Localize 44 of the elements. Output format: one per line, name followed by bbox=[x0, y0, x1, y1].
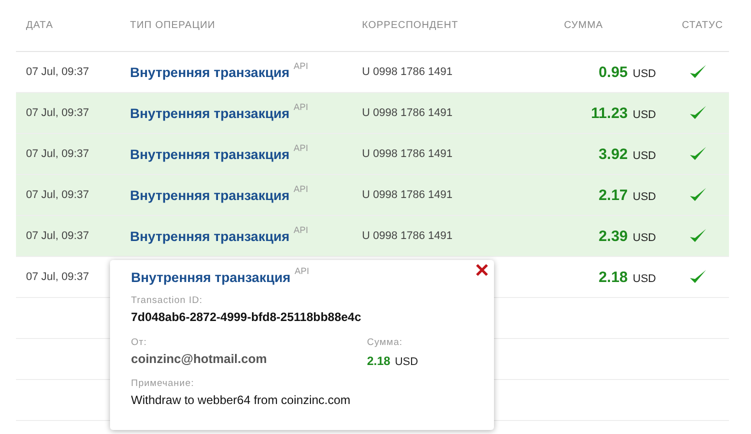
api-tag: API bbox=[294, 266, 310, 276]
amount-text: 2.18 bbox=[367, 354, 390, 368]
api-tag: API bbox=[294, 184, 308, 194]
amount-text: 0.95 bbox=[598, 64, 628, 80]
column-header: ДАТА bbox=[25, 20, 54, 31]
date-text: 07 Jul, 09:37 bbox=[25, 189, 89, 201]
api-tag: API bbox=[294, 102, 308, 112]
api-tag: API bbox=[294, 224, 308, 234]
field-label: Примечание: bbox=[131, 378, 196, 389]
field-label: От: bbox=[131, 337, 148, 348]
currency-text: USD bbox=[632, 108, 656, 120]
amount-text: 3.92 bbox=[598, 146, 628, 162]
currency-text: USD bbox=[632, 272, 656, 284]
popup-title: Внутренняя транзакция bbox=[131, 270, 291, 285]
amount-text: 2.39 bbox=[598, 228, 628, 244]
column-header: СУММА bbox=[563, 20, 604, 31]
column-header: КОРРЕСПОНДЕНТ bbox=[361, 20, 458, 31]
sender-email: coinzinc@hotmail.com bbox=[131, 352, 268, 366]
date-text: 07 Jul, 09:37 bbox=[25, 230, 89, 242]
currency-text: USD bbox=[632, 190, 656, 202]
column-header: СТАТУС bbox=[680, 20, 724, 31]
correspondent-text: U 0998 1786 1491 bbox=[361, 230, 453, 242]
correspondent-text: U 0998 1786 1491 bbox=[361, 148, 453, 160]
field-label: Сумма: bbox=[367, 337, 404, 348]
currency-text: USD bbox=[632, 232, 656, 244]
correspondent-text: U 0998 1786 1491 bbox=[361, 66, 453, 78]
date-text: 07 Jul, 09:37 bbox=[25, 148, 89, 160]
amount-text: 2.18 bbox=[598, 268, 628, 286]
date-text: 07 Jul, 09:37 bbox=[25, 107, 89, 119]
correspondent-text: U 0998 1786 1491 bbox=[361, 107, 453, 119]
transaction-id: 7d048ab6-2872-4999-bfd8-25118bb88e4c bbox=[131, 310, 362, 324]
date-text: 07 Jul, 09:37 bbox=[25, 271, 89, 283]
api-tag: API bbox=[294, 142, 308, 152]
api-tag: API bbox=[294, 60, 308, 70]
date-text: 07 Jul, 09:37 bbox=[25, 66, 89, 78]
currency-text: USD bbox=[632, 150, 656, 162]
amount-text: 2.17 bbox=[598, 186, 628, 204]
note-text: Withdraw to webber64 from coinzinc.com bbox=[131, 393, 352, 407]
currency-text: USD bbox=[632, 68, 656, 80]
amount-text: 11.23 bbox=[591, 104, 628, 122]
field-label: Transaction ID: bbox=[131, 295, 204, 306]
correspondent-text: U 0998 1786 1491 bbox=[361, 189, 453, 201]
column-header: ТИП ОПЕРАЦИИ bbox=[129, 20, 216, 31]
currency-text: USD bbox=[394, 356, 418, 368]
